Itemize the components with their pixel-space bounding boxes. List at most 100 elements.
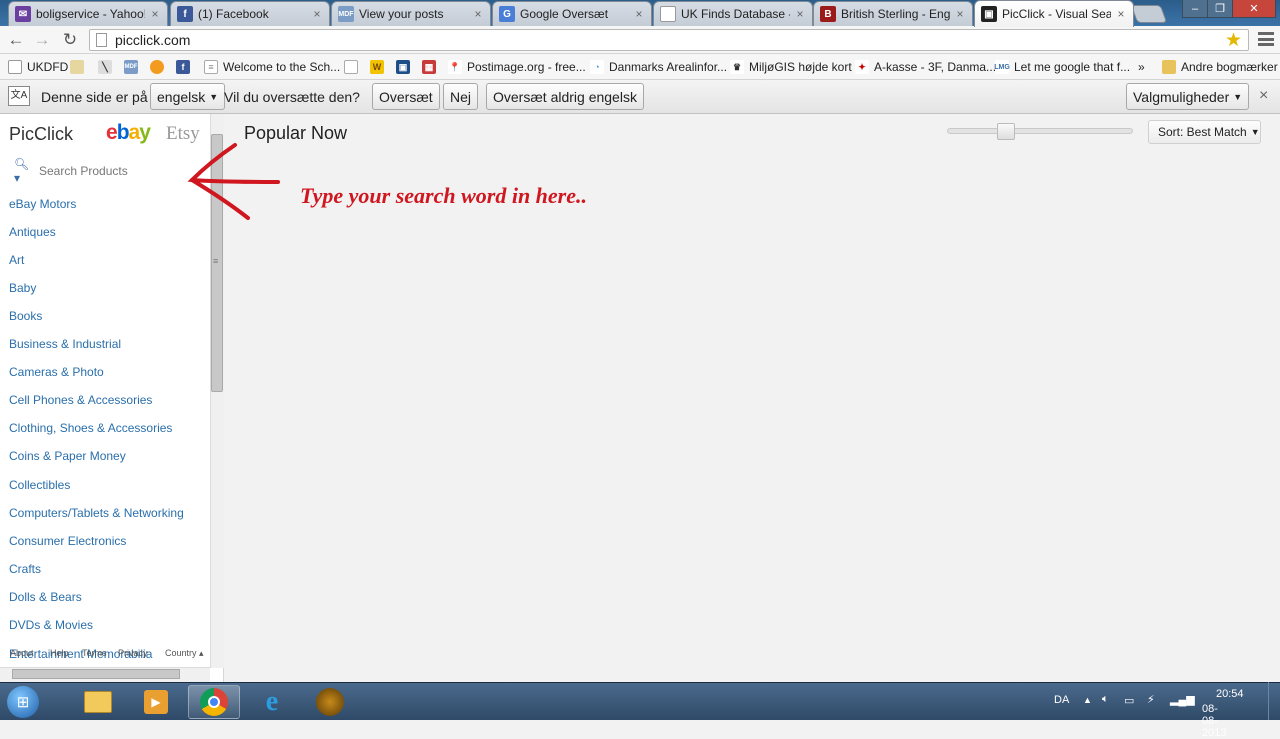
close-icon[interactable]: × xyxy=(1259,87,1268,105)
tab-picclick[interactable]: ▣ PicClick - Visual Searc × xyxy=(974,0,1134,27)
search-input[interactable] xyxy=(39,164,189,178)
country-select[interactable]: Country ▴ xyxy=(165,648,204,659)
category-link[interactable]: Antiques xyxy=(9,225,56,239)
category-link[interactable]: Dolls & Bears xyxy=(9,590,82,604)
footer-link[interactable]: About xyxy=(10,648,34,658)
bookmark-7[interactable] xyxy=(344,58,363,76)
picclick-logo[interactable]: PicClick xyxy=(9,124,73,145)
bookmark-3[interactable]: MDF xyxy=(124,58,143,76)
ebay-logo[interactable]: ebay xyxy=(106,121,151,145)
new-tab-button[interactable] xyxy=(1130,5,1168,23)
language-indicator[interactable]: DA xyxy=(1054,694,1069,706)
close-icon[interactable]: × xyxy=(311,7,323,21)
footer-link[interactable]: Terms xyxy=(82,648,107,658)
bookmarks-overflow-button[interactable]: » xyxy=(1138,58,1145,76)
taskbar-internet-explorer[interactable]: e xyxy=(246,685,298,719)
taskbar-app[interactable] xyxy=(304,685,356,719)
address-bar[interactable]: picclick.com xyxy=(89,29,1249,51)
window-close-button[interactable]: ✕ xyxy=(1232,0,1276,18)
bookmark-school[interactable]: ≡ Welcome to the Sch... xyxy=(204,58,340,76)
category-link[interactable]: DVDs & Movies xyxy=(9,618,93,632)
close-icon[interactable]: × xyxy=(794,7,806,21)
taskbar-chrome[interactable] xyxy=(188,685,240,719)
close-icon[interactable]: × xyxy=(954,7,966,21)
tab-posts[interactable]: MDF View your posts × xyxy=(331,1,491,26)
tab-uk-finds[interactable]: UK Finds Database - × xyxy=(653,1,813,26)
bookmark-9[interactable]: ▣ xyxy=(396,58,415,76)
back-button[interactable]: ← xyxy=(6,30,26,50)
bookmark-miljogis[interactable]: ♛ MiljøGIS højde kort xyxy=(730,58,852,76)
minimize-button[interactable]: – xyxy=(1182,0,1208,18)
bookmark-akasse[interactable]: ✦ A-kasse - 3F, Danma... xyxy=(855,58,996,76)
start-button[interactable]: ⊞ xyxy=(0,685,46,719)
tab-british-sterling[interactable]: B British Sterling - Englis × xyxy=(813,1,973,26)
category-link[interactable]: Clothing, Shoes & Accessories xyxy=(9,421,172,435)
taskbar-media-player[interactable]: ▶ xyxy=(130,685,182,719)
language-select[interactable]: engelsk ▼ xyxy=(150,83,226,110)
taskbar-explorer[interactable] xyxy=(72,685,124,719)
bookmark-2[interactable]: ╲ xyxy=(98,58,117,76)
zoom-slider-handle[interactable] xyxy=(997,123,1015,140)
category-link[interactable]: Business & Industrial xyxy=(9,337,121,351)
folder-icon xyxy=(84,691,112,713)
close-icon[interactable]: × xyxy=(472,7,484,21)
sort-dropdown[interactable]: Sort: Best Match ▼ xyxy=(1148,120,1261,144)
horizontal-scrollbar-thumb[interactable] xyxy=(12,669,180,679)
category-link[interactable]: Cell Phones & Accessories xyxy=(9,393,152,407)
bookmark-label: » xyxy=(1138,60,1145,74)
options-button[interactable]: Valgmuligheder ▼ xyxy=(1126,83,1250,110)
zoom-slider[interactable] xyxy=(947,128,1133,134)
grip-icon: ≡ xyxy=(213,256,219,266)
tab-facebook[interactable]: f (1) Facebook × xyxy=(170,1,330,26)
footer-link[interactable]: Privacy xyxy=(118,648,148,658)
search-icon[interactable]: 🔍︎▾ xyxy=(14,157,35,185)
battery-icon[interactable]: ▭ xyxy=(1124,694,1134,707)
ebay-letter: y xyxy=(139,121,151,144)
volume-icon[interactable]: 🔈︎ xyxy=(1102,693,1109,706)
never-translate-button[interactable]: Oversæt aldrig engelsk xyxy=(486,83,644,110)
bookmark-lmgtfy[interactable]: LMG Let me google that f... xyxy=(994,58,1130,76)
other-bookmarks-folder[interactable]: Andre bogmærker xyxy=(1162,58,1278,76)
tab-label: UK Finds Database - xyxy=(681,7,790,21)
category-link[interactable]: Crafts xyxy=(9,562,41,576)
translate-icon: 文A xyxy=(8,86,30,106)
footer-link[interactable]: Help xyxy=(50,648,69,658)
reload-button[interactable]: ↻ xyxy=(60,30,80,50)
close-icon[interactable]: × xyxy=(633,7,645,21)
bookmark-1[interactable] xyxy=(70,58,89,76)
close-icon[interactable]: × xyxy=(149,7,161,21)
category-link[interactable]: eBay Motors xyxy=(9,197,76,211)
clock-date[interactable]: 08-08-2013 xyxy=(1202,703,1226,739)
bookmark-ukdfd[interactable]: UKDFD xyxy=(8,58,68,76)
category-link[interactable]: Consumer Electronics xyxy=(9,534,126,548)
chevron-down-icon: ▼ xyxy=(1250,127,1260,137)
no-button[interactable]: Nej xyxy=(443,83,479,110)
chrome-menu-icon[interactable] xyxy=(1258,32,1274,46)
maximize-button[interactable]: ❐ xyxy=(1207,0,1233,18)
category-link[interactable]: Computers/Tablets & Networking xyxy=(9,506,184,520)
ebay-letter: b xyxy=(116,121,130,144)
show-hidden-icons-icon[interactable]: ▲ xyxy=(1083,695,1092,705)
bookmark-postimage[interactable]: 📍 Postimage.org - free... xyxy=(448,58,586,76)
power-icon[interactable]: ⚡︎ xyxy=(1147,693,1155,706)
bookmark-4[interactable] xyxy=(150,58,169,76)
translate-button[interactable]: Oversæt xyxy=(372,83,440,110)
bookmark-8[interactable]: W xyxy=(370,58,389,76)
bookmark-arealinfo[interactable]: ◔ Danmarks Arealinfor... xyxy=(590,58,727,76)
show-desktop-button[interactable] xyxy=(1268,682,1280,720)
bookmark-10[interactable]: ▦ xyxy=(422,58,441,76)
category-link[interactable]: Collectibles xyxy=(9,478,70,492)
category-link[interactable]: Coins & Paper Money xyxy=(9,449,126,463)
category-link[interactable]: Baby xyxy=(9,281,36,295)
bookmark-star-icon[interactable]: ★ xyxy=(1225,29,1242,52)
category-link[interactable]: Books xyxy=(9,309,42,323)
tab-yahoo[interactable]: ✉ boligservice - Yahoo! M × xyxy=(8,1,168,26)
category-link[interactable]: Cameras & Photo xyxy=(9,365,104,379)
tab-google-translate[interactable]: G Google Oversæt × xyxy=(492,1,652,26)
network-icon[interactable]: ▂▄▆ xyxy=(1170,693,1195,706)
clock-time[interactable]: 20:54 xyxy=(1216,688,1244,700)
category-link[interactable]: Art xyxy=(9,253,24,267)
close-icon[interactable]: × xyxy=(1115,7,1127,21)
forward-button[interactable]: → xyxy=(32,30,52,50)
bookmark-5[interactable]: f xyxy=(176,58,195,76)
